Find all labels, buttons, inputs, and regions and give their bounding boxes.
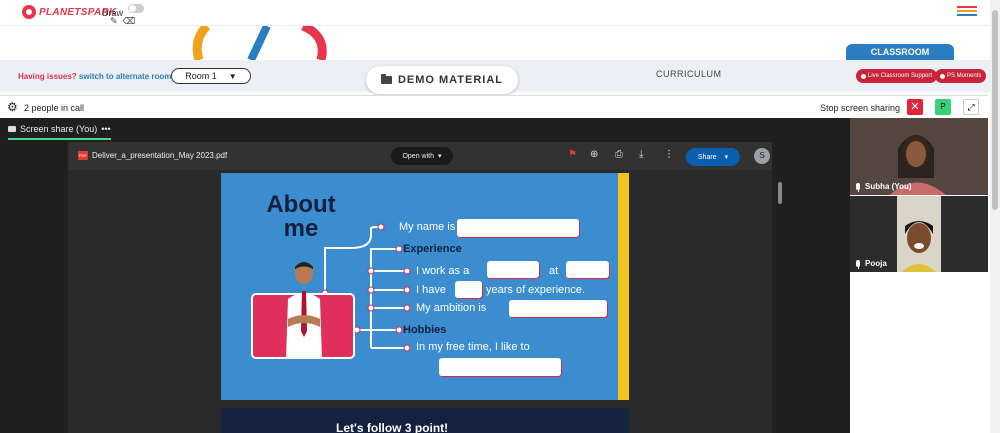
hobby-blank <box>439 358 561 376</box>
pencil-icon[interactable]: ✎ <box>110 16 118 27</box>
download-icon[interactable]: ⤓ <box>639 150 643 160</box>
ambition-line: My ambition is <box>416 302 487 314</box>
live-support-button[interactable]: Live Classroom Support <box>856 69 938 83</box>
draw-tools: ✎ ⌫ <box>110 16 135 27</box>
acrobat-icon[interactable]: ⚑ <box>568 150 577 160</box>
moments-icon <box>940 73 945 79</box>
at-word: at <box>549 265 559 277</box>
draw-controls: Draw ✎ ⌫ <box>102 3 144 26</box>
share-chevron-icon: ▾ <box>724 154 729 161</box>
work-line: I work as a <box>416 265 470 277</box>
more-options-icon[interactable]: ••• <box>101 124 110 134</box>
decorative-arcs <box>192 26 327 60</box>
slide-about-me: About me My name is Experience I work as… <box>221 173 629 400</box>
live-support-label: Live Classroom Support <box>868 73 933 79</box>
name-line: My name is <box>399 221 456 233</box>
pdf-file-icon: PDF <box>78 151 88 160</box>
participant-tile-pooja[interactable]: Pooja <box>850 196 988 272</box>
participant-label: Pooja <box>856 259 887 269</box>
curriculum-tab[interactable]: CURRICULUM <box>656 69 722 79</box>
page-scrollbar[interactable] <box>990 0 1000 433</box>
microphone-icon <box>856 183 860 192</box>
brand-logo-icon <box>22 5 36 19</box>
screen-share-tab-label: Screen share (You) <box>20 124 98 134</box>
demo-material-button[interactable]: DEMO MATERIAL <box>366 66 518 94</box>
gear-icon[interactable]: ⚙ <box>7 101 18 113</box>
caret-down-icon: ▼ <box>228 71 237 81</box>
company-blank <box>566 261 609 278</box>
share-button[interactable]: Share ▾ <box>686 148 740 166</box>
top-bar: PLANETSPARK Draw ✎ ⌫ <box>0 0 990 26</box>
participant-tile-subha[interactable]: Subha (You) <box>850 118 988 195</box>
account-avatar[interactable]: S <box>754 148 770 164</box>
pdf-viewer-toolbar: PDF Deliver_a_presentation_May 2023.pdf … <box>68 142 772 170</box>
hobbies-heading: Hobbies <box>403 324 447 336</box>
room-select[interactable]: Room 1 ▼ <box>171 68 251 84</box>
hamburger-menu-icon[interactable] <box>957 6 977 18</box>
issues-text: Having issues? switch to alternate room <box>18 72 171 81</box>
folder-icon <box>380 74 392 84</box>
ps-moments-button[interactable]: PS Moments <box>935 69 987 83</box>
file-name: Deliver_a_presentation_May 2023.pdf <box>92 151 228 160</box>
chevron-down-icon: ▾ <box>438 153 442 160</box>
open-with-button[interactable]: Open with ▾ <box>391 147 453 165</box>
presenter-illustration <box>286 262 322 359</box>
expand-icon[interactable]: ⤢ <box>963 99 979 115</box>
next-slide-preview: Let's follow 3 point! <box>221 408 629 433</box>
screen-share-tab[interactable]: Screen share (You) ••• <box>8 124 111 134</box>
active-tab-indicator <box>8 138 111 140</box>
support-icon <box>861 73 866 79</box>
participant-name: Pooja <box>865 259 887 268</box>
participant-name: Subha (You) <box>865 182 912 191</box>
name-blank <box>457 219 579 237</box>
microphone-icon <box>856 260 860 269</box>
issues-label: Having issues? <box>18 72 77 81</box>
screen-share-icon <box>8 126 16 132</box>
participant-label: Subha (You) <box>856 182 912 192</box>
more-vert-icon[interactable]: ⋮ <box>664 150 674 160</box>
draw-toggle[interactable] <box>128 4 144 13</box>
room-select-value: Room 1 <box>185 71 217 81</box>
years-blank <box>455 281 482 298</box>
people-count: 2 people in call <box>24 103 85 113</box>
alternate-room-link[interactable]: switch to alternate room <box>79 72 171 81</box>
stop-sharing-label: Stop screen sharing <box>820 103 901 113</box>
print-icon[interactable]: ⎙ <box>615 150 623 160</box>
share-label: Share <box>697 153 717 161</box>
experience-heading: Experience <box>403 243 462 255</box>
open-with-label: Open with <box>402 152 434 160</box>
demo-material-label: DEMO MATERIAL <box>397 74 504 86</box>
app-window: PLANETSPARK Draw ✎ ⌫ CLASSROOM Having is… <box>0 0 1000 433</box>
years-line: years of experience. <box>486 284 586 296</box>
stop-sharing-button[interactable]: ✕ <box>907 99 923 115</box>
eraser-icon[interactable]: ⌫ <box>123 16 136 27</box>
page-scrollbar-thumb[interactable] <box>992 10 998 210</box>
ps-moments-label: PS Moments <box>947 73 982 79</box>
call-bar: ⚙ 2 people in call Stop screen sharing ✕… <box>0 95 988 118</box>
add-to-drive-icon[interactable]: ⊕ <box>590 150 598 160</box>
free-time-line: In my free time, I like to <box>416 341 530 353</box>
viewer-scrollbar[interactable] <box>778 182 782 204</box>
ambition-blank <box>509 300 607 317</box>
job-blank <box>487 261 539 278</box>
have-line: I have <box>416 284 446 296</box>
next-slide-text: Let's follow 3 point! <box>336 421 449 433</box>
participant-button[interactable]: P <box>935 99 951 115</box>
classroom-tab[interactable]: CLASSROOM <box>846 44 954 65</box>
